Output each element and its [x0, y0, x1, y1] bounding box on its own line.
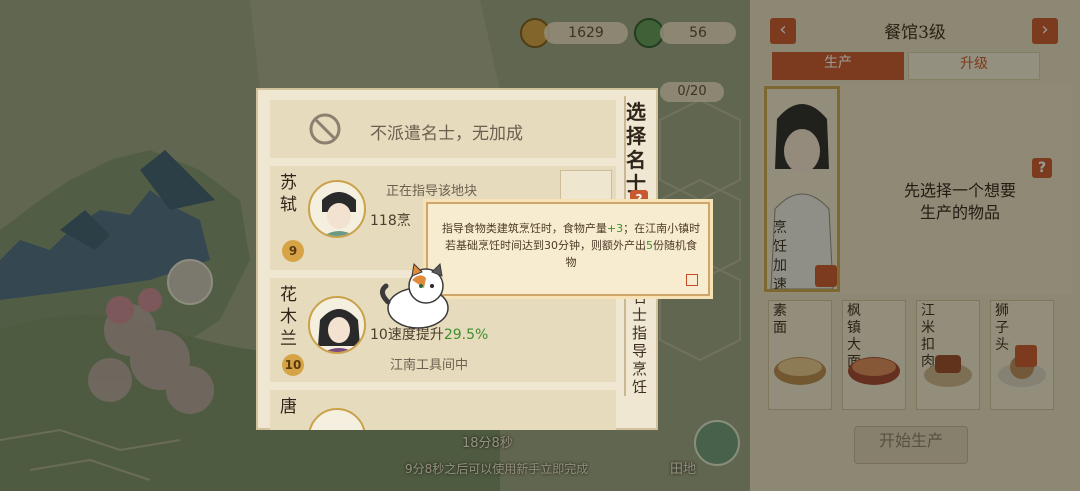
- food-item-plain-noodles[interactable]: 素面: [768, 300, 832, 410]
- stat-value: 118: [370, 213, 397, 229]
- hero-avatar: [308, 296, 366, 354]
- noodle-bowl-icon: [848, 357, 900, 385]
- food-item-fengzhen-noodles[interactable]: 枫镇大面: [842, 300, 906, 410]
- food-name: 素面: [773, 303, 787, 336]
- skill-tooltip: 指导食物类建筑烹饪时，食物产量+3；在江南小镇时若基础烹饪时间达到30分钟，则额…: [426, 202, 710, 296]
- coin-count: 1629: [544, 22, 628, 44]
- hero-level-badge: 10: [282, 354, 304, 376]
- tooltip-text: 指导食物类建筑烹饪时，食物产量+3；在江南小镇时若基础烹饪时间达到30分钟，则额…: [440, 220, 702, 271]
- food-item-braised-pork[interactable]: 江米扣肉: [916, 300, 980, 410]
- lock-icon: [815, 265, 837, 287]
- field-label: 田地: [670, 462, 697, 477]
- prompt-line-1: 先选择一个想要: [903, 181, 1016, 200]
- hero-avatar-image: [318, 309, 360, 352]
- next-arrow-button[interactable]: ›: [1032, 18, 1058, 44]
- food-item-lion-head[interactable]: 狮子头: [990, 300, 1054, 410]
- tooltip-bonus-b: 5: [646, 239, 653, 252]
- start-production-button[interactable]: 开始生产: [854, 426, 968, 464]
- hero-avatar: [308, 408, 366, 430]
- leaf-count: 56: [660, 22, 736, 44]
- hero-level-badge: 9: [282, 240, 304, 262]
- seal-icon: [686, 274, 698, 286]
- help-icon[interactable]: ?: [1032, 158, 1052, 178]
- stat-text: 烹: [396, 213, 411, 229]
- prompt-line-2: 生产的物品: [919, 203, 1000, 222]
- hero-status: 正在指导该地块: [386, 184, 478, 199]
- modal-subtitle: 名士指导烹饪: [632, 288, 648, 396]
- hero-name: 唐: [280, 397, 297, 417]
- hero-status: 江南工具间中: [390, 358, 469, 373]
- hero-name: 花木兰: [280, 285, 297, 349]
- hero-name: 苏轼: [280, 173, 297, 215]
- notice-text: 9分8秒之后可以使用新手立即完成: [405, 462, 589, 476]
- hero-slot-label: 烹饪加速: [773, 220, 787, 292]
- building-counter: 0/20: [660, 82, 724, 102]
- field-button[interactable]: [694, 420, 740, 466]
- hero-slot[interactable]: 烹饪加速: [764, 86, 840, 292]
- tooltip-text-a: 指导食物类建筑烹饪时，食物产量: [441, 222, 607, 235]
- hero-row-tang[interactable]: 唐: [270, 390, 616, 430]
- tooltip-bonus-a: +3: [606, 222, 624, 235]
- cat-mascot-icon: [380, 262, 449, 329]
- hero-avatar-image: [322, 192, 356, 236]
- panel-title: 餐馆3级: [884, 23, 946, 43]
- noodle-bowl-icon: [774, 357, 826, 385]
- hero-stat: 118烹: [370, 210, 411, 230]
- no-assign-label: 不派遣名士，无加成: [370, 124, 523, 144]
- tab-production[interactable]: 生产: [772, 52, 904, 80]
- braised-pork-icon: [924, 355, 972, 387]
- prohibited-icon: [309, 113, 341, 145]
- restaurant-panel: ‹ 餐馆3级 › 生产 升级 烹饪加速 ? 先选择一个想要 生产的物品 素面 枫…: [750, 0, 1080, 491]
- timer-text: 18分8秒: [462, 436, 513, 451]
- no-assign-option[interactable]: 不派遣名士，无加成: [270, 100, 616, 158]
- tab-upgrade[interactable]: 升级: [908, 52, 1040, 80]
- hero-avatar: [308, 180, 366, 238]
- select-prompt: 先选择一个想要 生产的物品: [860, 180, 1060, 224]
- lock-icon: [1015, 345, 1037, 367]
- modal-title: 选择名士: [626, 100, 646, 196]
